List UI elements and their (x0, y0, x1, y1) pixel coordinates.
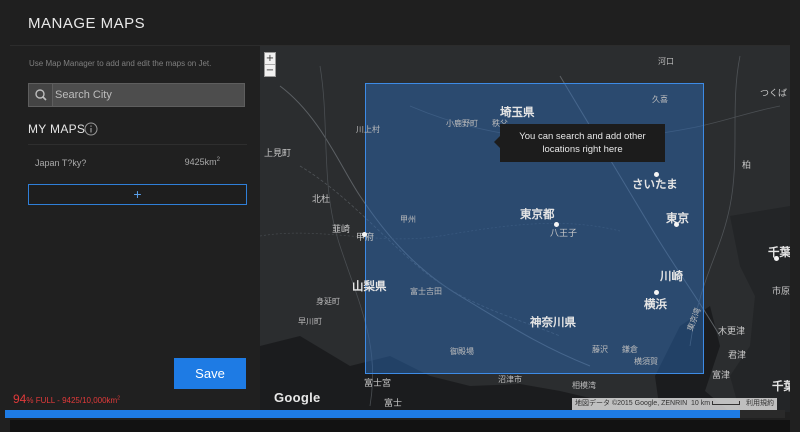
city-marker (654, 290, 659, 295)
map-label: 富津 (712, 370, 731, 380)
map-label: 相模湾 (572, 381, 596, 390)
city-marker (674, 222, 679, 227)
map-label: つくば (760, 88, 788, 98)
search-tooltip: You can search and add other locations r… (494, 124, 665, 162)
map-label: 富士宮 (364, 378, 392, 388)
map-label: 小鹿野町 (446, 119, 478, 128)
map-label: 山梨県 (352, 281, 387, 293)
map-label: 早川町 (298, 317, 322, 326)
info-icon[interactable] (84, 122, 98, 136)
map-label: 千葉 (768, 247, 790, 259)
sidebar: Use Map Manager to add and edit the maps… (10, 46, 260, 412)
city-marker (774, 256, 779, 261)
tooltip-line-2: locations right here (542, 144, 623, 155)
capacity-percent: 94 (13, 392, 27, 406)
tooltip-arrow (494, 136, 500, 148)
map-label: 東京都 (520, 209, 555, 221)
map-label: 君津 (728, 350, 747, 360)
map-label: 八王子 (550, 228, 578, 238)
map-label: 甲州 (400, 215, 416, 224)
app-stage: MANAGE MAPS Use Map Manager to add and e… (0, 0, 800, 432)
map-label: 藤沢 (592, 345, 608, 354)
map-label: 富士 (384, 398, 403, 408)
map-label: 木更津 (718, 326, 746, 336)
map-label: 川崎 (660, 271, 683, 283)
map-label: 久喜 (652, 95, 668, 104)
capacity-text: % FULL - 9425/10,000km (26, 396, 118, 405)
map-label: 千葉 (772, 381, 790, 393)
modal-title: MANAGE MAPS (28, 15, 146, 32)
zoom-out-button[interactable]: − (265, 65, 275, 77)
map-label: 市原 (772, 286, 790, 296)
save-button[interactable]: Save (174, 358, 246, 389)
map-view[interactable]: 河口 つくば 久喜 川上村 上見町 北杜 韮崎 甲府 山梨県 身延町 早川町 埼… (260, 46, 790, 412)
tooltip-line-1: You can search and add other (519, 131, 646, 142)
map-label: 河口 (658, 57, 674, 66)
city-marker (362, 232, 367, 237)
background-edge-right (790, 0, 800, 432)
map-label: 沼津市 (498, 375, 522, 384)
terms-link[interactable]: 利用規約 (746, 400, 774, 407)
map-label: 横浜 (644, 299, 667, 311)
map-label: 身延町 (316, 297, 340, 306)
map-label: 北杜 (312, 194, 331, 204)
capacity-progress-bar (5, 410, 785, 418)
google-logo: Google (274, 390, 321, 405)
add-map-button[interactable]: + (28, 184, 247, 205)
manage-maps-modal: MANAGE MAPS Use Map Manager to add and e… (10, 0, 790, 420)
map-label: 神奈川県 (530, 317, 576, 329)
search-icon[interactable] (29, 84, 53, 106)
intro-text: Use Map Manager to add and edit the maps… (29, 59, 212, 68)
map-label: 鎌倉 (622, 345, 638, 354)
scale-bar (712, 401, 741, 406)
capacity-progress-fill (5, 410, 741, 418)
map-label: 柏 (742, 160, 752, 170)
map-label: 御殿場 (450, 347, 474, 356)
attribution-text: 地図データ ©2015 Google, ZENRIN (575, 400, 688, 407)
map-label: 韮崎 (332, 224, 351, 234)
city-marker (554, 222, 559, 227)
map-item-name: Japan T?ky? (35, 158, 87, 168)
search-box[interactable] (28, 83, 245, 107)
scale-label: 10 km (691, 400, 711, 407)
map-label: さいたま (632, 179, 678, 191)
search-input[interactable] (55, 84, 243, 106)
map-label: 上見町 (264, 148, 292, 158)
map-label: 横須賀 (634, 357, 658, 366)
zoom-control: + − (264, 52, 276, 77)
background-edge-left (0, 0, 10, 432)
map-label: 富士吉田 (410, 287, 442, 296)
divider (28, 144, 247, 145)
map-attribution: 地図データ ©2015 Google, ZENRIN 10 km 利用規約 (572, 398, 777, 410)
my-maps-title: MY MAPS (28, 122, 86, 136)
capacity-label: 94% FULL - 9425/10,000km2 (13, 392, 121, 406)
city-marker (654, 172, 659, 177)
map-label: 川上村 (356, 125, 380, 134)
modal-header: MANAGE MAPS (10, 0, 790, 46)
list-item[interactable]: Japan T?ky? 9425km2 (28, 152, 247, 174)
map-item-size: 9425km2 (184, 157, 220, 167)
zoom-in-button[interactable]: + (265, 53, 275, 65)
